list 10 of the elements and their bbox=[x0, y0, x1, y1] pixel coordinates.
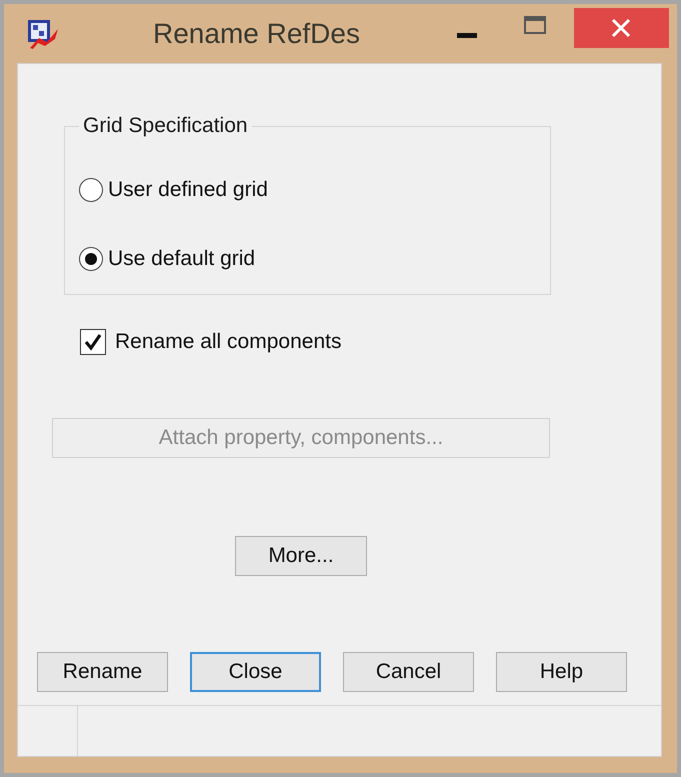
dialog-button[interactable]: Help bbox=[496, 652, 627, 692]
dialog-button[interactable]: Close bbox=[190, 652, 321, 692]
group-label: Grid Specification bbox=[82, 114, 249, 138]
radio-label[interactable]: Use default grid bbox=[108, 247, 256, 271]
dialog-button[interactable]: Rename bbox=[37, 652, 168, 692]
dialog-button[interactable]: Cancel bbox=[343, 652, 474, 692]
checkbox-label[interactable]: Rename all components bbox=[115, 330, 342, 354]
radio-label[interactable]: User defined grid bbox=[108, 178, 268, 202]
window-title: Rename RefDes bbox=[153, 18, 360, 50]
more-button[interactable]: More... bbox=[235, 536, 367, 576]
